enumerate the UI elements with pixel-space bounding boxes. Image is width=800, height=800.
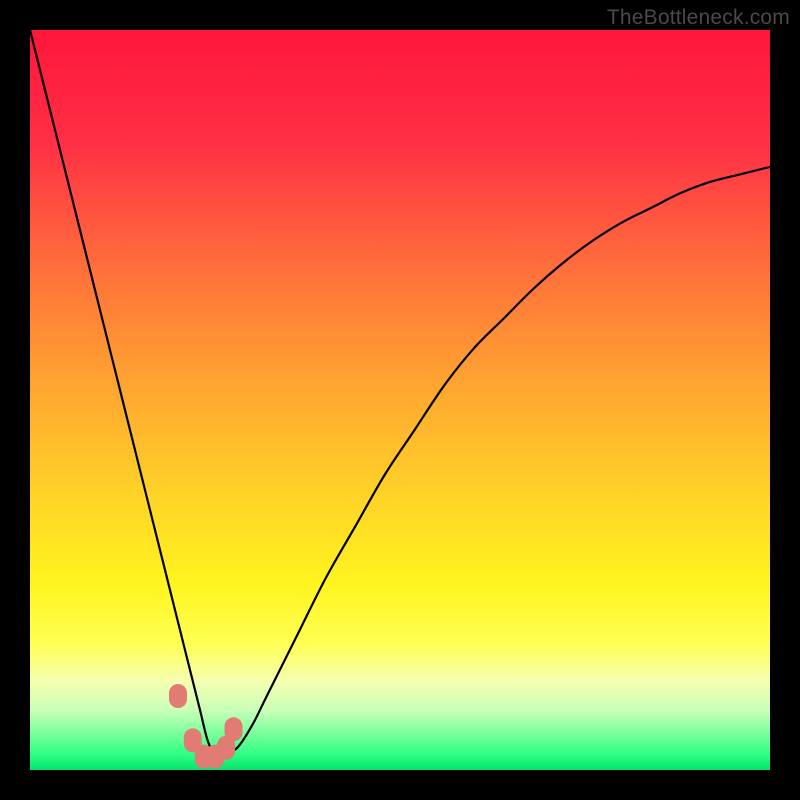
bottleneck-curve — [30, 30, 770, 757]
watermark-text: TheBottleneck.com — [607, 6, 790, 30]
chart-frame: TheBottleneck.com — [0, 0, 800, 800]
curve-layer — [30, 30, 770, 770]
highlight-markers — [169, 684, 243, 769]
highlight-marker — [169, 684, 187, 708]
highlight-marker — [225, 717, 243, 741]
plot-area — [30, 30, 770, 770]
